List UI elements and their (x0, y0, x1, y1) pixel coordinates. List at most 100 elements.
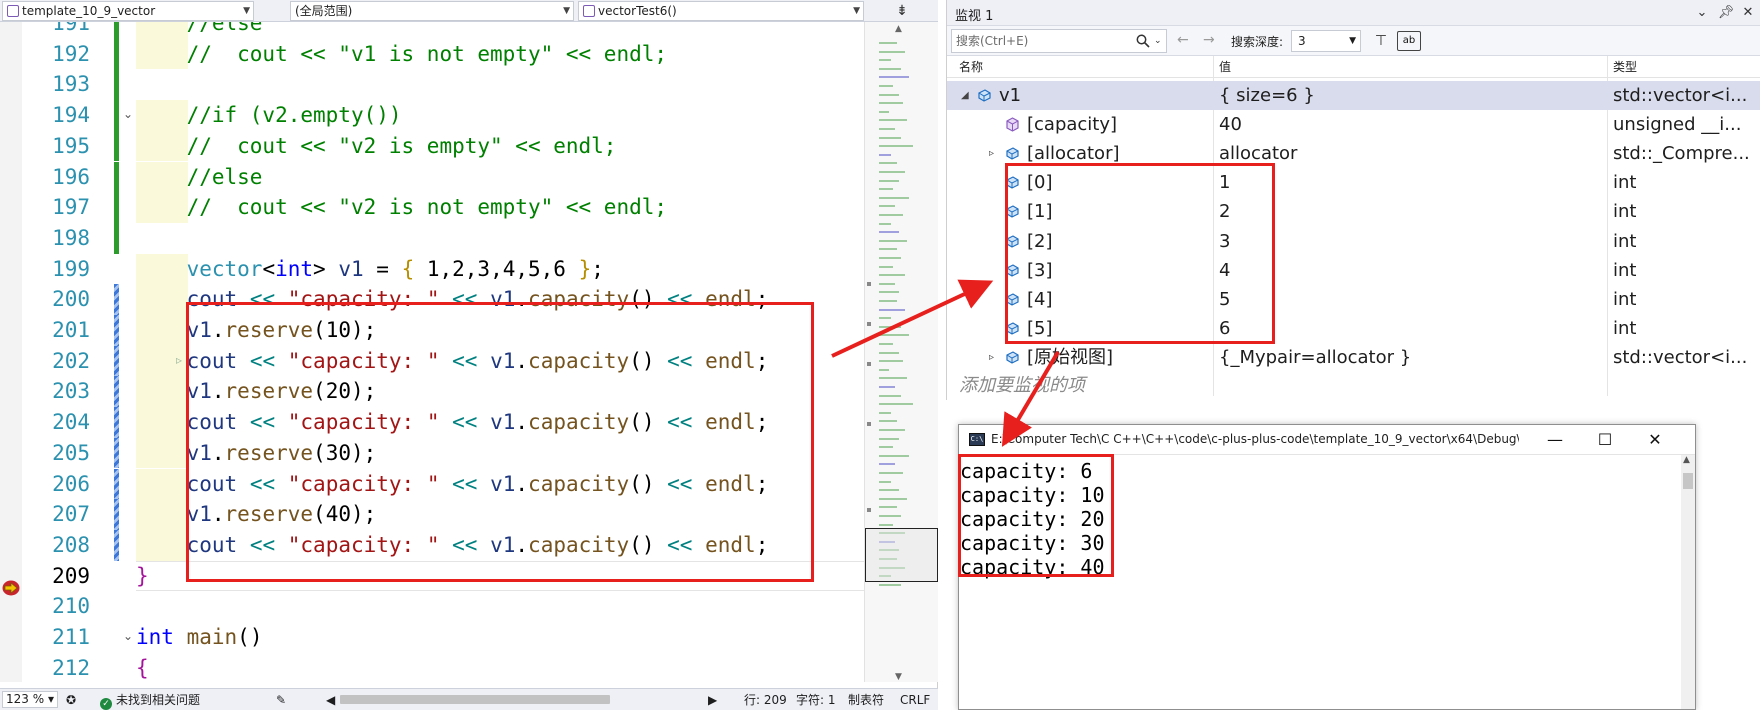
code-line[interactable]: 205 v1.reserve(30); (0, 437, 864, 469)
horizontal-scrollbar[interactable] (340, 695, 610, 704)
line-ending-indicator[interactable]: CRLF (900, 690, 930, 710)
pin-item-icon[interactable]: ⊤ (1371, 31, 1391, 51)
code-line[interactable]: 194 ⌄ //if (v2.empty()) (0, 100, 864, 131)
back-arrow-icon[interactable]: ← (1177, 32, 1189, 48)
watch-row[interactable]: [1] 2 int (947, 197, 1760, 226)
scope-combo[interactable]: (全局范围) ▼ (290, 1, 574, 21)
code-line[interactable]: 212 { (0, 653, 864, 682)
git-icon[interactable]: ✪ (66, 690, 76, 710)
code-line[interactable]: 200 cout << "capacity: " << v1.capacity(… (0, 284, 864, 315)
code-line[interactable]: 210 (0, 591, 864, 622)
variable-icon (1006, 351, 1019, 364)
project-combo[interactable]: template_10_9_vector ▼ (2, 1, 254, 21)
code-token: vector (186, 256, 263, 281)
code-line[interactable]: 209} (0, 560, 864, 592)
function-combo[interactable]: vectorTest6() ▼ (578, 1, 864, 21)
watch-item-value[interactable]: 40 (1219, 110, 1242, 139)
code-line[interactable]: 199 vector<int> v1 = { 1,2,3,4,5,6 }; (0, 253, 864, 285)
code-line[interactable]: 198 (0, 222, 864, 254)
code-token: v1 (490, 471, 516, 496)
watch-row[interactable]: ▹ [allocator] allocator std::_Compre... (947, 139, 1760, 168)
scroll-left-icon[interactable]: ◀ (326, 690, 335, 710)
watch-row[interactable]: ◢ v1 { size=6 } std::vector<i... (947, 81, 1760, 110)
forward-arrow-icon[interactable]: → (1203, 32, 1215, 48)
watch-item-value[interactable]: { size=6 } (1219, 81, 1315, 110)
watch-row[interactable]: [capacity] 40 unsigned __i... (947, 110, 1760, 139)
code-line[interactable]: 191 //else (0, 22, 864, 39)
editor-status-bar: 123 % ▾ ✪ ✓ 未找到相关问题 ✎ ◀ ▶ 行: 209 字符: 1 制表… (0, 688, 938, 710)
code-line[interactable]: 193 (0, 69, 864, 101)
scrollbar-thumb[interactable] (1683, 473, 1693, 489)
close-icon[interactable]: ✕ (1739, 4, 1757, 22)
chevron-down-icon[interactable]: ⌄ (1693, 4, 1711, 22)
code-line[interactable]: 201 v1.reserve(10); (0, 315, 864, 346)
watch-row[interactable]: ▹ [原始视图] {_Mypair=allocator } std::vector<i… (947, 343, 1760, 372)
code-line[interactable]: 204 cout << "capacity: " << v1.capacity(… (0, 407, 864, 438)
code-line[interactable]: 206 cout << "capacity: " << v1.capacity(… (0, 468, 864, 500)
watch-item-value[interactable]: 3 (1219, 227, 1230, 256)
console-title-bar[interactable]: C:\ E:\Computer Tech\C C++\C++\code\c-pl… (959, 425, 1695, 455)
code-line[interactable]: 196 //else (0, 161, 864, 193)
watch-item-value[interactable]: 1 (1219, 168, 1230, 197)
code-line[interactable]: 197 // cout << "v2 is not empty" << endl… (0, 192, 864, 223)
line-number: 207 (52, 502, 90, 527)
split-view-icon[interactable]: ⇟ (892, 2, 912, 20)
close-icon[interactable]: ✕ (1635, 428, 1675, 452)
search-input[interactable]: 搜索(Ctrl+E) ⌄ (951, 29, 1167, 53)
add-watch-item[interactable]: 添加要监视的项 (959, 371, 1085, 397)
console-scrollbar[interactable]: ▲ (1681, 455, 1695, 709)
watch-item-value[interactable]: 5 (1219, 285, 1230, 314)
code-line[interactable]: 207 v1.reserve(40); (0, 499, 864, 530)
watch-item-value[interactable]: 2 (1219, 197, 1230, 226)
code-line[interactable]: 195 // cout << "v2 is empty" << endl; (0, 130, 864, 162)
map-line (879, 153, 891, 156)
fold-chevron-icon[interactable]: ⌄ (123, 107, 133, 121)
scroll-up-icon[interactable]: ▲ (1683, 455, 1690, 465)
collapse-icon[interactable]: ◢ (961, 81, 969, 110)
watch-item-value[interactable]: {_Mypair=allocator } (1219, 343, 1411, 372)
code-line[interactable]: 203 v1.reserve(20); (0, 376, 864, 408)
search-icon[interactable] (1136, 34, 1150, 48)
watch-item-value[interactable]: 6 (1219, 314, 1230, 343)
console-output[interactable]: capacity: 6 capacity: 10 capacity: 20 capac… (959, 455, 1681, 709)
watch-item-value[interactable]: allocator (1219, 139, 1297, 168)
watch-row[interactable]: [2] 3 int (947, 227, 1760, 256)
column-indicator[interactable]: 字符: 1 (796, 690, 836, 710)
column-value-header[interactable]: 值 (1219, 56, 1231, 78)
watch-item-value[interactable]: 4 (1219, 256, 1230, 285)
hex-display-button[interactable]: ab (1397, 31, 1421, 51)
code-line[interactable]: 192 // cout << "v1 is not empty" << endl… (0, 38, 864, 70)
code-area[interactable]: 191 //else 192 // cout << "v1 is not empt… (0, 22, 864, 682)
brush-icon[interactable]: ✎ (276, 690, 286, 710)
pin-icon[interactable]: 📌︎ (1717, 4, 1735, 22)
indent-indicator[interactable]: 制表符 (848, 690, 884, 710)
console-output-line: capacity: 30 (960, 531, 1105, 555)
column-name-header[interactable]: 名称 (959, 56, 983, 78)
expand-icon[interactable]: ▹ (989, 343, 994, 372)
watch-row[interactable]: [3] 4 int (947, 256, 1760, 285)
maximize-icon[interactable]: ☐ (1585, 428, 1625, 452)
scroll-up-icon[interactable]: ▲ (895, 24, 902, 34)
column-type-header[interactable]: 类型 (1613, 56, 1637, 78)
fold-chevron-icon[interactable]: ⌄ (123, 629, 133, 643)
minimize-icon[interactable]: — (1535, 428, 1575, 452)
scroll-map-viewport[interactable] (865, 528, 938, 582)
code-line[interactable]: 211 ⌄ int main() (0, 622, 864, 653)
line-indicator[interactable]: 行: 209 (744, 690, 787, 710)
scroll-right-icon[interactable]: ▶ (708, 690, 717, 710)
zoom-combo[interactable]: 123 % ▾ (2, 691, 58, 708)
map-line (879, 196, 909, 199)
scroll-map[interactable]: ▲ ▼ (864, 22, 938, 682)
chevron-down-icon[interactable]: ⌄ (1154, 30, 1162, 52)
watch-row[interactable]: [5] 6 int (947, 314, 1760, 343)
expand-icon[interactable]: ▹ (989, 139, 994, 168)
code-token: endl (705, 287, 756, 312)
watch-row[interactable]: [0] 1 int (947, 168, 1760, 197)
code-line[interactable]: 202 ▹ cout << "capacity: " << v1.capacity… (0, 345, 864, 377)
scroll-down-icon[interactable]: ▼ (895, 672, 902, 682)
code-line[interactable]: 208 cout << "capacity: " << v1.capacity(… (0, 529, 864, 561)
issues-indicator[interactable]: ✓ 未找到相关问题 (100, 690, 200, 710)
watch-row[interactable]: [4] 5 int (947, 285, 1760, 314)
search-depth-combo[interactable]: 3 ▼ (1291, 30, 1361, 52)
